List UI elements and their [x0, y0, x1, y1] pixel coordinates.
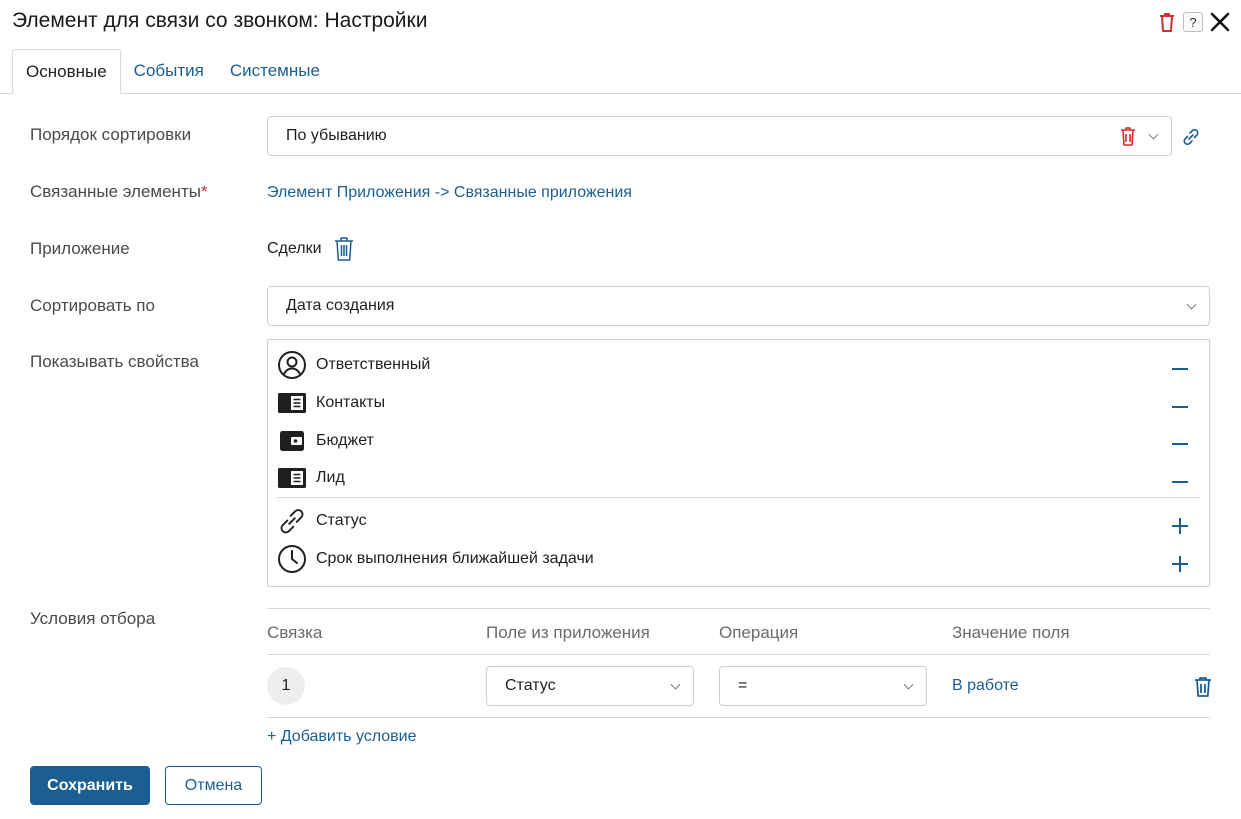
plus-icon: [1172, 556, 1188, 572]
clock-icon: [277, 544, 307, 574]
conditions-bottom-line: [267, 717, 1210, 718]
properties-divider: [277, 497, 1200, 498]
minus-icon: [1172, 481, 1188, 483]
property-label: Лид: [316, 469, 345, 486]
condition-number: 1: [267, 667, 305, 705]
column-header-operation: Операция: [719, 623, 799, 642]
tab-main[interactable]: Основные: [12, 49, 121, 94]
remove-app-icon[interactable]: [333, 236, 355, 267]
property-label: Бюджет: [316, 432, 374, 449]
tab-bar: Основные События Системные: [12, 49, 333, 94]
remove-property-button[interactable]: [1171, 435, 1189, 453]
plus-icon: [1172, 518, 1188, 534]
show-props-label: Показывать свойства: [30, 352, 199, 371]
related-label-text: Связанные элементы: [30, 182, 201, 201]
tab-system[interactable]: Системные: [217, 49, 333, 94]
property-item-budget[interactable]: Бюджет: [277, 426, 374, 456]
sort-order-label: Порядок сортировки: [30, 125, 192, 144]
property-label: Статус: [316, 512, 367, 529]
app-value: Сделки: [267, 240, 322, 257]
remove-property-button[interactable]: [1171, 398, 1189, 416]
column-header-value: Значение поля: [952, 623, 1070, 642]
list-card-icon: [277, 388, 307, 418]
properties-list: Ответственный Контакты Бюджет Лид Статус…: [267, 339, 1210, 587]
close-icon[interactable]: [1209, 11, 1231, 33]
dialog-actions: ?: [1157, 11, 1231, 33]
column-header-field: Поле из приложения: [486, 623, 650, 642]
clear-sort-order-icon[interactable]: [1119, 126, 1137, 152]
link-icon[interactable]: [1180, 126, 1202, 153]
add-property-button[interactable]: [1171, 555, 1189, 573]
remove-property-button[interactable]: [1171, 360, 1189, 378]
column-header-link: Связка: [267, 623, 323, 642]
chevron-down-icon: [903, 679, 914, 690]
minus-icon: [1172, 406, 1188, 408]
minus-icon: [1172, 443, 1188, 445]
property-label: Контакты: [316, 394, 386, 411]
conditions-label: Условия отбора: [30, 609, 156, 628]
property-item-lead[interactable]: Лид: [277, 463, 345, 493]
user-circle-icon: [277, 350, 307, 380]
related-label: Связанные элементы*: [30, 182, 208, 202]
add-condition-link[interactable]: + Добавить условие: [267, 728, 417, 746]
property-item-task-deadline[interactable]: Срок выполнения ближайшей задачи: [277, 544, 594, 574]
condition-operation-value: =: [738, 677, 748, 694]
property-label: Срок выполнения ближайшей задачи: [316, 550, 594, 567]
property-item-status[interactable]: Статус: [277, 506, 367, 536]
minus-icon: [1172, 368, 1188, 370]
add-property-button[interactable]: [1171, 517, 1189, 535]
conditions-top-line: [267, 608, 1210, 609]
condition-operation-select[interactable]: =: [719, 666, 927, 706]
related-elements-link[interactable]: Элемент Приложения -> Связанные приложен…: [267, 184, 632, 202]
app-label: Приложение: [30, 239, 130, 258]
chevron-down-icon: [1148, 129, 1159, 140]
link-icon: [277, 506, 307, 536]
list-card-icon: [277, 463, 307, 493]
condition-value-link[interactable]: В работе: [952, 677, 1019, 695]
sort-order-select[interactable]: По убыванию: [267, 116, 1172, 156]
sort-by-select[interactable]: Дата создания: [267, 286, 1210, 326]
conditions-header-line: [267, 654, 1210, 655]
sort-order-value: По убыванию: [286, 127, 387, 144]
chevron-down-icon: [670, 679, 681, 690]
condition-field-select[interactable]: Статус: [486, 666, 694, 706]
tab-events[interactable]: События: [121, 49, 217, 94]
property-item-contacts[interactable]: Контакты: [277, 388, 385, 418]
property-item-responsible[interactable]: Ответственный: [277, 350, 430, 380]
cancel-button[interactable]: Отмена: [165, 766, 262, 805]
required-mark: *: [200, 182, 208, 201]
delete-condition-icon[interactable]: [1193, 676, 1213, 703]
help-icon[interactable]: ?: [1183, 12, 1203, 32]
delete-icon[interactable]: [1157, 11, 1177, 33]
save-button[interactable]: Сохранить: [30, 766, 150, 805]
wallet-icon: [277, 426, 307, 456]
sort-by-label: Сортировать по: [30, 296, 155, 315]
remove-property-button[interactable]: [1171, 473, 1189, 491]
property-label: Ответственный: [316, 356, 431, 373]
condition-field-value: Статус: [505, 677, 556, 694]
chevron-down-icon: [1186, 299, 1197, 310]
sort-by-value: Дата создания: [286, 297, 395, 314]
dialog-title: Элемент для связи со звонком: Настройки: [12, 9, 428, 32]
